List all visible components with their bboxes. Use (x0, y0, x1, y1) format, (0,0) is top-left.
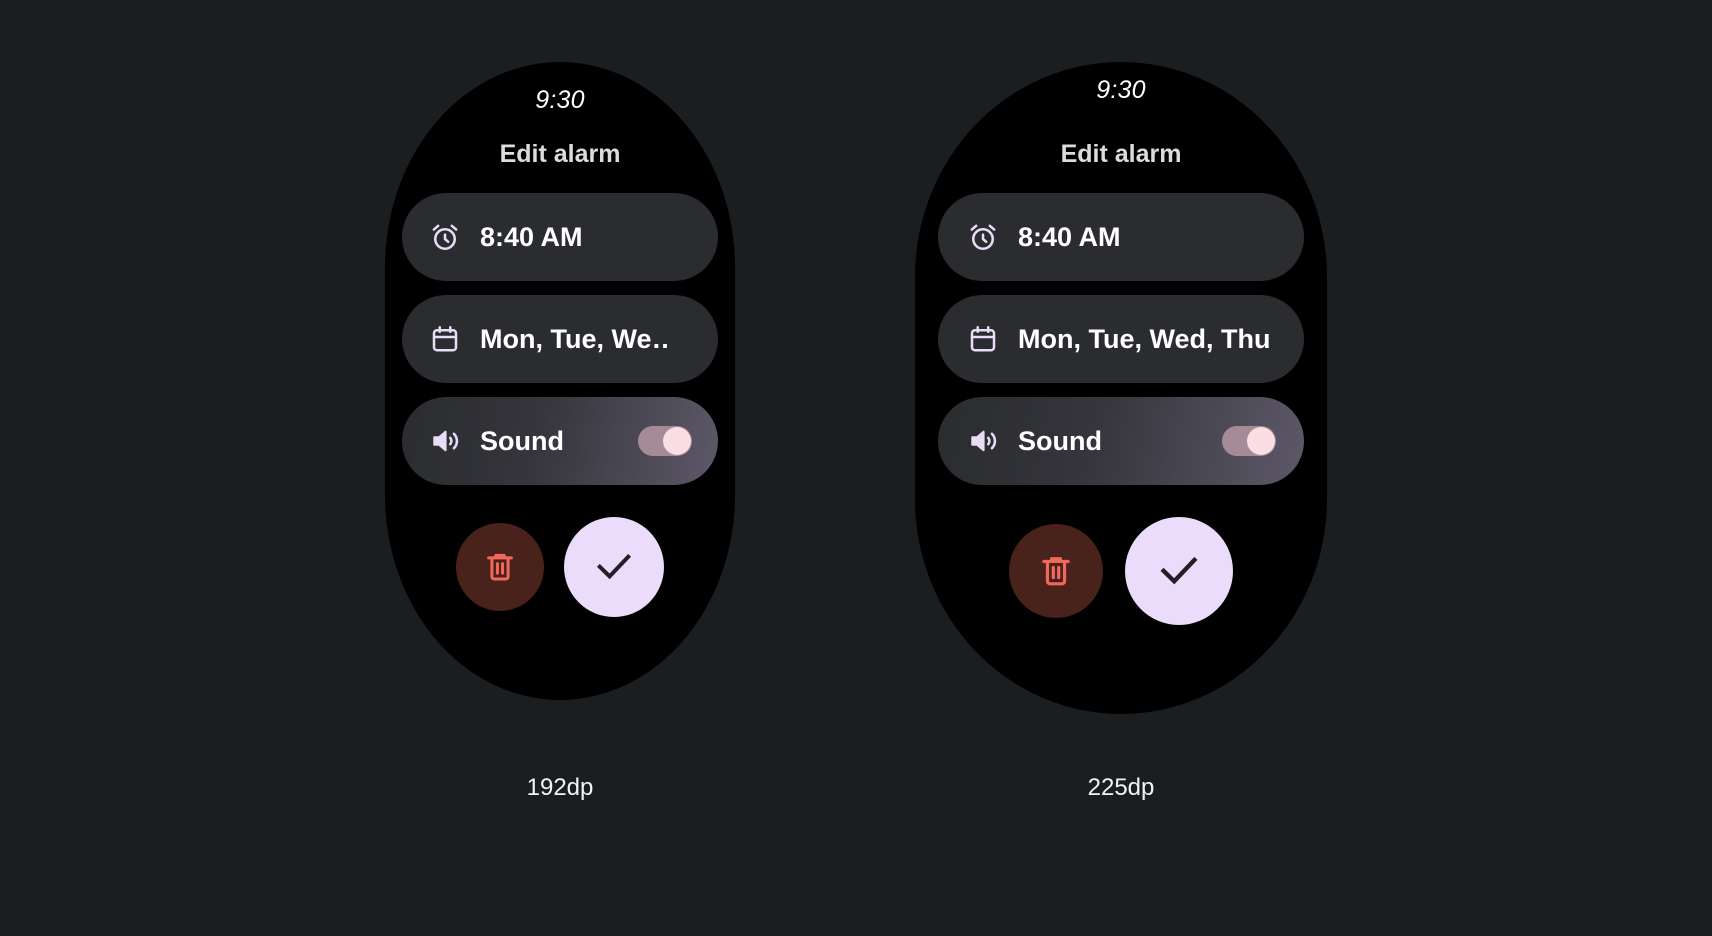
status-time: 9:30 (1096, 76, 1146, 104)
sound-row[interactable]: Sound (402, 397, 718, 485)
calendar-icon (428, 322, 462, 356)
check-icon (1154, 545, 1204, 598)
size-label-192dp: 192dp (526, 774, 594, 801)
alarm-time-label: 8:40 AM (1018, 223, 1121, 251)
settings-list: 8:40 AM Mon, Tue, Wed, Thu Sound (915, 193, 1327, 485)
watch-screen-192dp: 9:30 Edit alarm 8:40 AM Mon, Tue, We… So… (385, 62, 735, 700)
device-mockup-225dp: 9:30 Edit alarm 8:40 AM Mon, Tue, Wed, T… (915, 62, 1327, 800)
device-mockup-192dp: 9:30 Edit alarm 8:40 AM Mon, Tue, We… So… (385, 62, 735, 800)
delete-alarm-button[interactable] (1009, 524, 1103, 618)
action-buttons (456, 517, 664, 617)
trash-icon (482, 548, 518, 587)
alarm-clock-icon (966, 220, 1000, 254)
watch-screen-225dp: 9:30 Edit alarm 8:40 AM Mon, Tue, Wed, T… (915, 62, 1327, 714)
check-icon (591, 543, 637, 592)
alarm-time-row[interactable]: 8:40 AM (938, 193, 1304, 281)
comparison-stage: 9:30 Edit alarm 8:40 AM Mon, Tue, We… So… (0, 0, 1712, 936)
size-label-225dp: 225dp (1087, 774, 1155, 801)
page-title: Edit alarm (1060, 140, 1182, 168)
confirm-alarm-button[interactable] (564, 517, 664, 617)
sound-toggle-knob (663, 427, 691, 455)
volume-up-icon (966, 424, 1000, 458)
sound-toggle-knob (1247, 427, 1275, 455)
repeat-days-row[interactable]: Mon, Tue, We… (402, 295, 718, 383)
sound-label: Sound (1018, 427, 1102, 455)
alarm-time-label: 8:40 AM (480, 223, 583, 251)
repeat-days-label: Mon, Tue, Wed, Thu (1018, 325, 1270, 353)
calendar-icon (966, 322, 1000, 356)
repeat-days-row[interactable]: Mon, Tue, Wed, Thu (938, 295, 1304, 383)
repeat-days-label: Mon, Tue, We… (480, 325, 668, 353)
alarm-time-row[interactable]: 8:40 AM (402, 193, 718, 281)
volume-up-icon (428, 424, 462, 458)
sound-toggle[interactable] (1222, 426, 1276, 456)
sound-row[interactable]: Sound (938, 397, 1304, 485)
alarm-clock-icon (428, 220, 462, 254)
sound-toggle[interactable] (638, 426, 692, 456)
trash-icon (1037, 551, 1075, 592)
page-title: Edit alarm (499, 140, 621, 168)
sound-label: Sound (480, 427, 564, 455)
settings-list: 8:40 AM Mon, Tue, We… Sound (385, 193, 735, 485)
confirm-alarm-button[interactable] (1125, 517, 1233, 625)
delete-alarm-button[interactable] (456, 523, 544, 611)
action-buttons (1009, 517, 1233, 625)
status-time: 9:30 (535, 86, 585, 114)
